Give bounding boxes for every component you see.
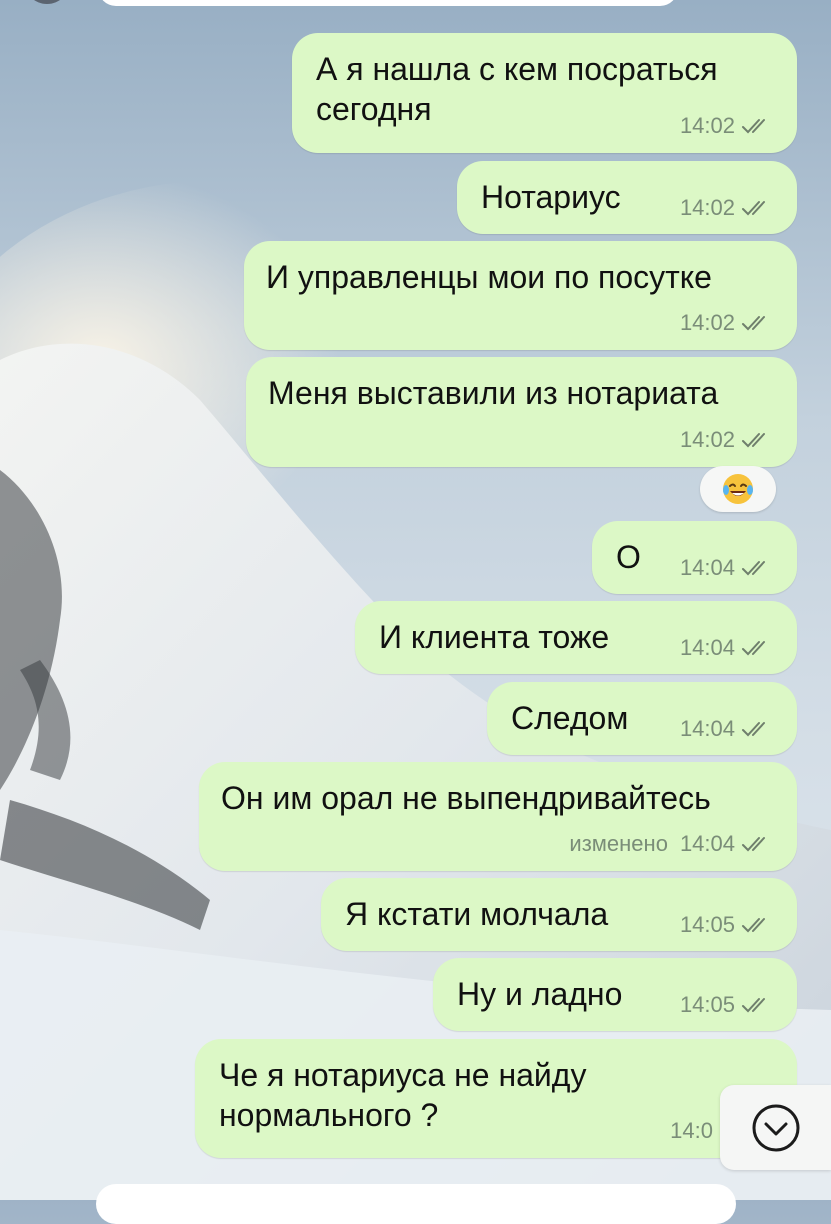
double-check-icon (742, 561, 765, 576)
message-time: 14:04 (679, 831, 735, 856)
message-time: 14:0 (670, 1118, 713, 1143)
message-meta: 14:02 (680, 427, 771, 453)
message-bubble[interactable]: Он им орал не выпендривайтесь изменено 1… (199, 762, 797, 871)
message-bubble[interactable]: Нотариус 14:02 (457, 161, 797, 234)
message-meta: 14:04 (680, 555, 771, 581)
double-check-icon (742, 119, 765, 134)
message-time: 14:02 (679, 427, 735, 452)
message-bubble[interactable]: И управленцы мои по посутке 14:02 (244, 241, 797, 350)
message-meta: 14:02 (680, 113, 771, 139)
scroll-to-bottom-button[interactable] (720, 1085, 831, 1170)
message-text: Че я нотариуса не найду нормального ? (219, 1057, 587, 1133)
message-bubble[interactable]: А я нашла с кем посраться сегодня 14:02 (292, 33, 797, 153)
double-check-icon (742, 998, 765, 1013)
message-time: 14:04 (679, 555, 735, 580)
message-time: 14:02 (679, 113, 735, 138)
laughing-tears-emoji-icon (723, 474, 753, 504)
message-text: Следом (511, 700, 629, 736)
double-check-icon (742, 918, 765, 933)
message-bubble[interactable]: Я кстати молчала 14:05 (321, 878, 797, 951)
message-text: И управленцы мои по посутке (266, 259, 712, 295)
message-text: Он им орал не выпендривайтесь (221, 780, 711, 816)
message-bubble[interactable]: О 14:04 (592, 521, 797, 594)
message-time: 14:02 (679, 195, 735, 220)
double-check-icon (742, 722, 765, 737)
message-meta: 14:0 (670, 1118, 713, 1144)
message-bubble[interactable]: И клиента тоже 14:04 (355, 601, 797, 674)
message-meta: изменено 14:04 (569, 831, 771, 857)
double-check-icon (742, 641, 765, 656)
message-meta: 14:04 (680, 716, 771, 742)
message-meta: 14:04 (680, 635, 771, 661)
message-text: Ну и ладно (457, 976, 623, 1012)
next-message-fragment (96, 1184, 736, 1224)
chevron-down-circle-icon (752, 1104, 799, 1151)
message-bubble[interactable]: Че я нотариуса не найду нормального ? 14… (195, 1039, 797, 1158)
message-text: И клиента тоже (379, 619, 610, 655)
message-text: О (616, 539, 641, 575)
message-meta: 14:02 (680, 310, 771, 336)
double-check-icon (742, 433, 765, 448)
message-text: Нотариус (481, 179, 621, 215)
message-meta: 14:02 (680, 195, 771, 221)
message-meta: 14:05 (680, 912, 771, 938)
message-bubble[interactable]: Меня выставили из нотариата 14:02 (246, 357, 797, 467)
double-check-icon (742, 316, 765, 331)
message-time: 14:04 (679, 716, 735, 741)
previous-message-fragment (98, 0, 678, 6)
double-check-icon (742, 201, 765, 216)
message-time: 14:05 (679, 992, 735, 1017)
message-meta: 14:05 (680, 992, 771, 1018)
reaction-badge[interactable] (700, 466, 776, 512)
message-bubble[interactable]: Ну и ладно 14:05 (433, 958, 797, 1031)
message-text: Я кстати молчала (345, 896, 609, 932)
message-bubble[interactable]: Следом 14:04 (487, 682, 797, 755)
edited-label: изменено (569, 831, 668, 856)
double-check-icon (742, 837, 765, 852)
message-list[interactable]: А я нашла с кем посраться сегодня 14:02 … (0, 0, 831, 1200)
message-text: Меня выставили из нотариата (268, 375, 719, 411)
message-text: А я нашла с кем посраться сегодня (316, 51, 718, 127)
message-time: 14:04 (679, 635, 735, 660)
message-time: 14:05 (679, 912, 735, 937)
message-time: 14:02 (679, 310, 735, 335)
